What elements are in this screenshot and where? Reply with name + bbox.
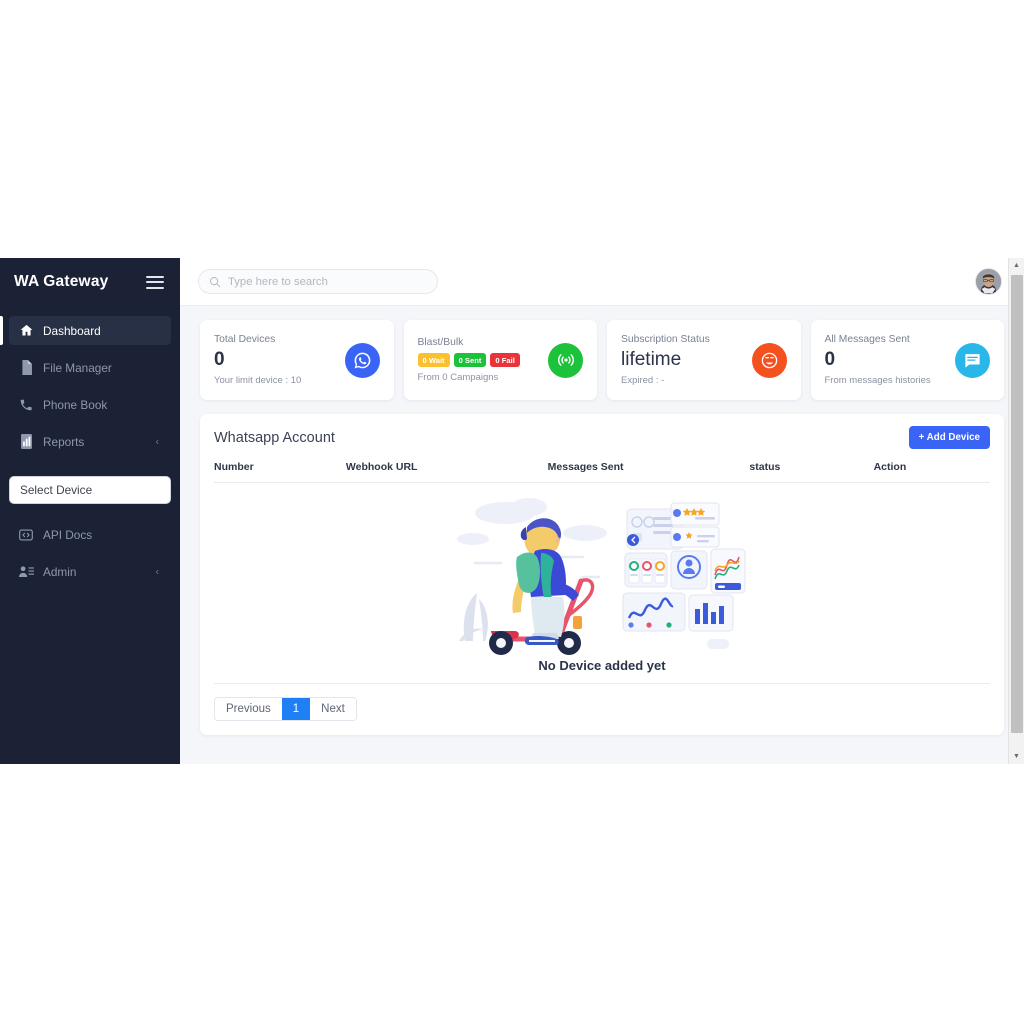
column-header-action: Action	[873, 461, 990, 483]
card-body: All Messages Sent 0 From messages histor…	[825, 334, 931, 386]
card-subscription-status: Subscription Status lifetime Expired : -	[607, 320, 801, 400]
file-icon	[18, 360, 34, 376]
scooter-rider-dashboard-illustration	[457, 498, 746, 655]
sidebar-item-label: File Manager	[43, 360, 112, 375]
sidebar-item-admin[interactable]: Admin ‹	[9, 557, 171, 586]
app-viewport: WA Gateway Dashboard File Manager Phone …	[0, 258, 1024, 764]
sidebar-item-reports[interactable]: Reports ‹	[9, 427, 171, 456]
card-subtitle: From 0 Campaigns	[417, 372, 499, 383]
table-empty-row: No Device added yet	[214, 483, 990, 684]
pagination-next[interactable]: Next	[310, 698, 356, 720]
card-value: 0	[214, 349, 225, 371]
empty-state: No Device added yet	[214, 483, 990, 684]
sidebar-brand: WA Gateway	[0, 258, 180, 306]
status-badge-fail: 0 Fail	[490, 353, 520, 367]
sidebar-item-label: Dashboard	[43, 323, 101, 338]
user-avatar[interactable]	[975, 268, 1002, 295]
whatsapp-account-panel: Whatsapp Account + Add Device Number Web…	[200, 414, 1004, 735]
sidebar-item-file-manager[interactable]: File Manager	[9, 353, 171, 382]
card-title: All Messages Sent	[824, 334, 910, 346]
card-title: Subscription Status	[621, 334, 710, 346]
search-input[interactable]	[228, 275, 427, 288]
column-header-status: status	[749, 461, 874, 483]
sidebar-item-label: Admin	[43, 564, 77, 579]
status-badge-wait: 0 Wait	[417, 353, 450, 367]
sidebar-item-dashboard[interactable]: Dashboard	[0, 316, 171, 345]
column-header-number: Number	[214, 461, 346, 483]
smiley-icon	[751, 342, 787, 378]
card-title: Blast/Bulk	[417, 337, 464, 348]
sidebar-nav: Dashboard File Manager Phone Book Report…	[0, 306, 180, 586]
status-badge-sent: 0 Sent	[453, 353, 487, 367]
column-header-webhook-url: Webhook URL	[345, 461, 548, 483]
users-icon	[18, 564, 34, 580]
card-subtitle: From messages histories	[824, 374, 931, 386]
table-header: Number Webhook URL Messages Sent status …	[214, 461, 990, 483]
column-header-messages-sent: Messages Sent	[547, 461, 750, 483]
panel-header: Whatsapp Account + Add Device	[214, 426, 990, 449]
sidebar-item-phone-book[interactable]: Phone Book	[9, 390, 171, 419]
add-device-button[interactable]: + Add Device	[908, 426, 990, 449]
device-select-label: Select Device	[20, 483, 93, 497]
chat-icon	[955, 342, 990, 378]
sidebar-item-label: API Docs	[43, 527, 93, 542]
device-select[interactable]: Select Device	[9, 476, 171, 504]
main-area: Total Devices 0 Your limit device : 10 B…	[180, 258, 1024, 764]
table-body: No Device added yet	[214, 483, 990, 684]
search-icon	[209, 276, 221, 287]
card-subtitle: Expired : -	[621, 374, 665, 386]
bar-chart-icon	[18, 434, 34, 450]
card-value: 0	[824, 349, 836, 371]
phone-icon	[18, 397, 34, 413]
card-body: Total Devices 0 Your limit device : 10	[214, 334, 301, 386]
content-area: Total Devices 0 Your limit device : 10 B…	[180, 306, 1024, 764]
card-value: lifetime	[621, 349, 682, 371]
home-icon	[18, 323, 34, 339]
card-body: Blast/Bulk 0 Wait 0 Sent 0 Fail From 0 C…	[417, 337, 520, 383]
chevron-left-icon: ‹	[155, 436, 159, 447]
scroll-down-button[interactable]: ▼	[1009, 749, 1024, 764]
scroll-up-button[interactable]: ▲	[1009, 258, 1024, 273]
pagination-page-1[interactable]: 1	[281, 698, 311, 720]
card-body: Subscription Status lifetime Expired : -	[621, 334, 710, 386]
card-all-messages-sent: All Messages Sent 0 From messages histor…	[810, 320, 1004, 400]
vertical-scrollbar[interactable]: ▲ ▼	[1008, 258, 1024, 764]
card-title: Total Devices	[214, 334, 276, 346]
hamburger-menu-icon[interactable]	[146, 272, 164, 292]
card-blast-bulk: Blast/Bulk 0 Wait 0 Sent 0 Fail From 0 C…	[403, 320, 597, 400]
table-empty-cell: No Device added yet	[214, 483, 990, 684]
scrollbar-thumb[interactable]	[1011, 275, 1023, 733]
pagination-previous[interactable]: Previous	[215, 698, 282, 720]
card-subtitle: Your limit device : 10	[214, 374, 302, 386]
sidebar-divider	[0, 464, 180, 470]
card-badges: 0 Wait 0 Sent 0 Fail	[417, 353, 520, 367]
sidebar-item-label: Reports	[43, 434, 85, 449]
top-bar	[180, 258, 1024, 306]
sidebar-item-label: Phone Book	[43, 397, 108, 412]
sidebar: WA Gateway Dashboard File Manager Phone …	[0, 258, 180, 764]
sidebar-item-api-docs[interactable]: API Docs	[9, 520, 171, 549]
empty-state-text: No Device added yet	[538, 658, 666, 673]
stat-cards: Total Devices 0 Your limit device : 10 B…	[200, 320, 1004, 400]
brand-title: WA Gateway	[14, 273, 109, 290]
search-box[interactable]	[198, 269, 438, 294]
chevron-left-icon: ‹	[155, 566, 159, 577]
broadcast-icon	[548, 342, 583, 378]
code-icon	[18, 527, 34, 543]
avatar-image	[976, 269, 1001, 294]
table-header-row: Number Webhook URL Messages Sent status …	[214, 461, 990, 483]
pagination: Previous 1 Next	[214, 697, 357, 721]
whatsapp-icon	[344, 342, 380, 378]
card-total-devices: Total Devices 0 Your limit device : 10	[200, 320, 394, 400]
page-title: Whatsapp Account	[214, 429, 335, 446]
devices-table: Number Webhook URL Messages Sent status …	[214, 461, 990, 684]
